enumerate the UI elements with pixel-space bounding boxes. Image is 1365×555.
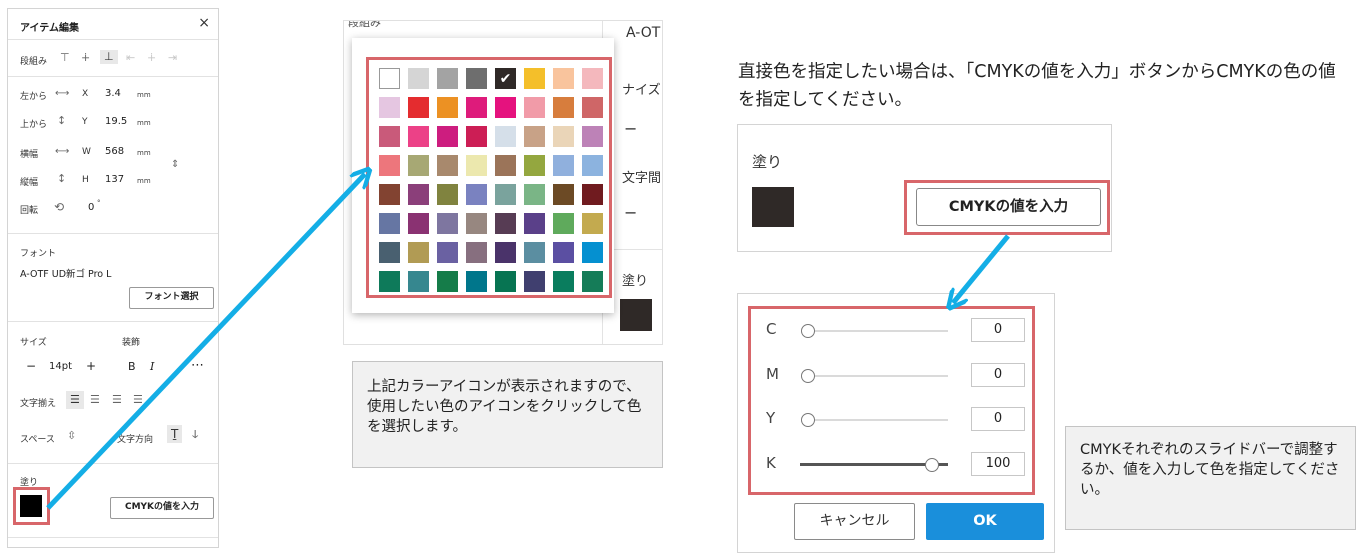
arrow-to-cmyk-dialog	[953, 234, 1010, 303]
annotation-arrows	[46, 0, 1010, 510]
arrow-to-palette	[46, 174, 365, 510]
